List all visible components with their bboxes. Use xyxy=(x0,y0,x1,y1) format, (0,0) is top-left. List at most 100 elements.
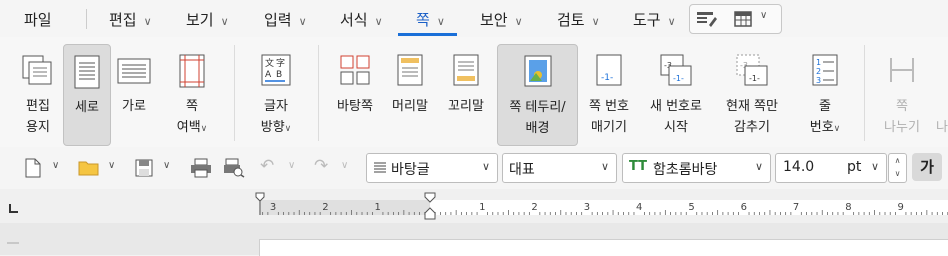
ruler-row: 3 2 1 1 2 3 4 5 6 7 8 9 xyxy=(0,189,948,223)
menu-tools[interactable]: 도구 ∨ xyxy=(633,9,676,30)
footer-button[interactable]: 꼬리말 xyxy=(441,44,491,144)
font-size-stepper[interactable]: ∧ ∨ xyxy=(888,153,907,183)
portrait-button[interactable]: 세로 xyxy=(63,44,111,146)
new-number-icon: -3--1- xyxy=(660,54,692,86)
increase-size-icon[interactable]: ∧ xyxy=(889,154,906,167)
quick-tools-group: ∨ xyxy=(689,4,782,34)
svg-text:-1-: -1- xyxy=(601,73,613,83)
page-number-icon: -1- xyxy=(596,54,622,86)
paragraph-style-select[interactable]: 바탕글 ∨ xyxy=(366,153,498,183)
split-page-button[interactable]: 쪽 나누기 xyxy=(874,44,930,144)
edit-paper-icon xyxy=(22,55,52,85)
vertical-ruler-mark xyxy=(7,242,19,244)
ribbon: 편집 용지 세로 가로 쪽 여백∨ 文字AB 글자 방향∨ 바탕쪽 머리말 꼬리말 쪽… xyxy=(0,37,948,147)
chevron-down-icon: ∨ xyxy=(200,124,208,134)
chevron-down-icon: ∨ xyxy=(833,124,841,134)
print-icon[interactable] xyxy=(190,158,212,178)
font-size-select[interactable]: 14.0 pt ∨ xyxy=(775,153,887,183)
page-border-icon xyxy=(524,55,551,87)
chevron-down-icon: ∨ xyxy=(600,160,609,173)
font-type-icon: TT xyxy=(629,159,648,174)
column-split-button[interactable]: 나 xyxy=(936,44,948,144)
font-size-unit: pt xyxy=(847,159,862,175)
page-number-button[interactable]: -1- 쪽 번호 매기기 xyxy=(582,44,636,144)
menu-format[interactable]: 서식 ∨ xyxy=(340,9,383,30)
menu-bar: 파일 편집 ∨ 보기 ∨ 입력 ∨ 서식 ∨ 쪽 ∨ 보안 ∨ 검토 ∨ 도구 ∨ ∨ xyxy=(0,0,948,37)
footer-label: 꼬리말 xyxy=(448,99,484,114)
hide-page-icon: -3--1- xyxy=(736,54,768,86)
svg-text:文: 文 xyxy=(265,57,274,69)
chevron-down-icon: ∨ xyxy=(754,160,763,173)
ruler-number: 5 xyxy=(688,202,694,213)
ruler-number: 6 xyxy=(741,202,747,213)
chevron-down-icon[interactable]: ∨ xyxy=(108,160,115,171)
new-document-icon[interactable] xyxy=(24,158,42,178)
ribbon-divider xyxy=(318,45,319,141)
edit-paper-button[interactable]: 편집 용지 xyxy=(14,44,62,144)
hide-current-label-1: 현재 쪽만 xyxy=(726,99,778,114)
ruler-number: 7 xyxy=(793,202,799,213)
chevron-down-icon: ∨ xyxy=(298,15,307,28)
menu-review[interactable]: 검토 ∨ xyxy=(557,9,600,30)
redo-icon[interactable]: ↷ xyxy=(314,156,328,176)
landscape-button[interactable]: 가로 xyxy=(111,44,157,144)
chevron-down-icon[interactable]: ∨ xyxy=(760,10,767,21)
ribbon-divider xyxy=(234,45,235,141)
line-number-button[interactable]: 123 줄 번호∨ xyxy=(799,44,851,144)
text-direction-label-1: 글자 xyxy=(264,99,288,114)
text-direction-button[interactable]: 文字AB 글자 방향∨ xyxy=(249,44,303,144)
page-border-label-2: 배경 xyxy=(525,121,550,136)
menu-edit[interactable]: 편집 ∨ xyxy=(109,9,152,30)
page-border-background-button[interactable]: 쪽 테두리/배경 xyxy=(497,44,578,146)
chevron-down-icon: ∨ xyxy=(870,160,879,173)
undo-icon[interactable]: ↶ xyxy=(260,156,274,176)
decrease-size-icon[interactable]: ∨ xyxy=(889,167,906,180)
chevron-down-icon[interactable]: ∨ xyxy=(341,160,348,171)
print-preview-icon[interactable] xyxy=(223,158,245,178)
line-number-icon: 123 xyxy=(812,54,838,86)
font-select[interactable]: TT 함초롬바탕 ∨ xyxy=(622,153,771,183)
horizontal-ruler[interactable]: 3 2 1 1 2 3 4 5 6 7 8 9 xyxy=(250,189,948,223)
chevron-down-icon[interactable]: ∨ xyxy=(288,160,295,171)
chevron-down-icon: ∨ xyxy=(143,15,152,28)
chevron-down-icon[interactable]: ∨ xyxy=(163,160,170,171)
menu-security[interactable]: 보안 ∨ xyxy=(480,9,523,30)
save-icon[interactable] xyxy=(134,158,154,178)
table-icon[interactable] xyxy=(734,9,756,29)
menu-divider xyxy=(86,9,87,29)
svg-text:B: B xyxy=(276,70,282,80)
tab-stop-type-icon[interactable] xyxy=(7,200,18,213)
ruler-number: 1 xyxy=(479,202,485,213)
footer-icon xyxy=(453,54,479,86)
header-button[interactable]: 머리말 xyxy=(385,44,435,144)
page-background-label: 바탕쪽 xyxy=(337,99,373,114)
header-icon xyxy=(397,54,423,86)
page-margin-label-2: 여백 xyxy=(176,120,201,135)
formatting-toolbar: ∨ ∨ ∨ ↶ ∨ ↷ ∨ 바탕글 ∨ 대표 ∨ TT 함초롬바탕 ∨ 14.0… xyxy=(0,147,948,189)
menu-file[interactable]: 파일 xyxy=(24,9,52,30)
char-shape-button[interactable]: 가 xyxy=(912,153,942,181)
page-background-button[interactable]: 바탕쪽 xyxy=(330,44,380,144)
hide-current-page-button[interactable]: -3--1- 현재 쪽만감추기 xyxy=(716,44,788,144)
menu-view[interactable]: 보기 ∨ xyxy=(186,9,229,30)
split-page-label-2: 나누기 xyxy=(884,120,920,135)
new-number-button[interactable]: -3--1- 새 번호로시작 xyxy=(642,44,710,144)
format-brush-icon[interactable] xyxy=(696,9,718,29)
ruler-margin-band xyxy=(259,200,430,215)
line-number-label-1: 줄 xyxy=(819,99,831,114)
language-select[interactable]: 대표 ∨ xyxy=(502,153,617,183)
svg-text:-1-: -1- xyxy=(673,74,684,83)
page-number-label-1: 쪽 번호 xyxy=(588,99,629,114)
paragraph-style-value: 바탕글 xyxy=(391,162,430,178)
open-folder-icon[interactable] xyxy=(78,158,100,178)
document-page[interactable] xyxy=(259,239,948,256)
header-label: 머리말 xyxy=(392,99,428,114)
menu-page[interactable]: 쪽 ∨ xyxy=(416,9,445,30)
language-value: 대표 xyxy=(509,162,535,178)
page-margin-button[interactable]: 쪽 여백∨ xyxy=(166,44,218,144)
ruler-number: 3 xyxy=(584,202,590,213)
menu-insert[interactable]: 입력 ∨ xyxy=(264,9,307,30)
landscape-label: 가로 xyxy=(122,99,146,114)
chevron-down-icon[interactable]: ∨ xyxy=(52,160,59,171)
ruler-number: 2 xyxy=(531,202,537,213)
